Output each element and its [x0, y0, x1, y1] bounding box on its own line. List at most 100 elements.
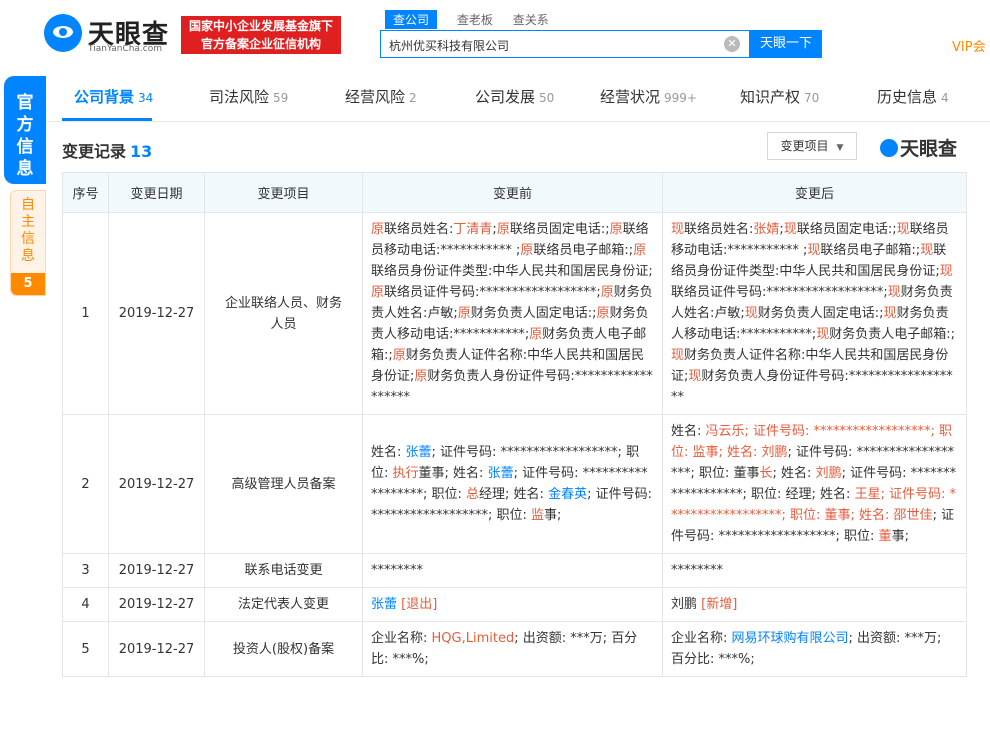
- change-after-segment: 财务负责人身份证件号码:******************: [671, 369, 953, 405]
- change-after: ********: [662, 553, 967, 588]
- change-after-segment: 财务负责人固定电话:;: [757, 306, 884, 321]
- change-after: 姓名: 冯云乐; 证件号码: ******************; 职位: 监…: [662, 414, 967, 554]
- change-item: 联系电话变更: [204, 553, 363, 588]
- table-row: 5 2019-12-27 投资人(股权)备案 企业名称: HQG,Limited; 出…: [62, 621, 967, 677]
- change-after-segment: 现: [807, 243, 821, 258]
- brand-text: 天眼查: [900, 138, 958, 160]
- badge-line-1: 国家中小企业发展基金旗下: [188, 19, 333, 33]
- row-number: 1: [62, 212, 109, 415]
- tab-label: 历史信息: [877, 88, 938, 106]
- filter-label: 变更项目: [780, 139, 829, 153]
- change-before-segment[interactable]: 张蕾: [371, 597, 397, 612]
- tab-search-boss[interactable]: 查老板: [457, 11, 493, 28]
- tab-label: 司法风险: [209, 88, 270, 106]
- change-before: 企业名称: HQG,Limited; 出资额: ***万; 百分比: ***%;: [362, 621, 663, 677]
- change-before-segment: 监: [531, 508, 545, 523]
- change-before-segment: 财务负责人固定电话:;: [470, 306, 597, 321]
- change-after-segment: 刘鹏: [815, 466, 842, 481]
- section-title-text: 变更记录: [62, 142, 127, 161]
- side-tab-self-count: 5: [11, 273, 45, 295]
- change-date: 2019-12-27: [108, 553, 205, 588]
- change-date: 2019-12-27: [108, 414, 205, 554]
- table-header-row: 序号 变更日期 变更项目 变更前 变更后: [62, 172, 967, 213]
- change-after-segment: 联络员固定电话:;: [796, 222, 897, 237]
- change-before-segment: [退出]: [401, 597, 438, 612]
- change-before-segment: HQG,Limited: [431, 631, 515, 646]
- change-before-segment: 原: [609, 222, 623, 237]
- row-number: 3: [62, 553, 109, 588]
- change-records-table: 序号 变更日期 变更项目 变更前 变更后 1 2019-12-27 企业联络人员、财…: [62, 172, 967, 677]
- tab-count: 34: [138, 91, 154, 105]
- table-row: 2 2019-12-27 高级管理人员备案 姓名: 张蕾; 证件号码: *******…: [62, 414, 967, 554]
- change-before-segment: 原: [529, 327, 543, 342]
- change-before-segment: 联络员证件号码:******************;: [384, 285, 601, 300]
- change-before-segment: ********: [371, 563, 423, 578]
- col-header-date: 变更日期: [108, 172, 205, 213]
- caret-down-icon: ▼: [836, 143, 844, 153]
- tab-history-info[interactable]: 历史信息 4: [877, 86, 949, 107]
- change-item: 法定代表人变更: [204, 587, 363, 622]
- change-before-segment: 姓名:: [371, 445, 406, 460]
- logo-subtext: TianYanCha.com: [88, 44, 163, 54]
- vip-link[interactable]: VIP会: [952, 36, 986, 55]
- change-before-segment: 原: [633, 243, 647, 258]
- change-before-segment: 事;: [544, 508, 562, 523]
- tab-judicial-risk[interactable]: 司法风险 59: [209, 86, 288, 107]
- eye-logo-icon: [880, 139, 898, 157]
- change-before-segment: 原: [371, 222, 385, 237]
- change-before-segment[interactable]: 张蕾: [406, 445, 432, 460]
- change-before-segment[interactable]: 张蕾: [488, 466, 514, 481]
- tab-label: 知识产权: [740, 88, 801, 106]
- table-row: 1 2019-12-27 企业联络人员、财务人员 原联络员姓名:丁清青;原联络员固定电…: [62, 212, 967, 415]
- tab-business-risk[interactable]: 经营风险 2: [345, 86, 417, 107]
- change-before: 张蕾 [退出]: [362, 587, 663, 622]
- change-after-segment: 现: [896, 222, 910, 237]
- site-logo[interactable]: 天眼查 TianYanCha.com: [44, 14, 174, 54]
- side-tab-official-label: 官方信息: [16, 93, 34, 179]
- change-item-filter-dropdown[interactable]: 变更项目 ▼: [767, 132, 857, 160]
- change-after-segment: 现: [783, 222, 797, 237]
- tab-company-background[interactable]: 公司背景 34: [74, 86, 153, 107]
- change-after-segment: 董: [878, 529, 892, 544]
- change-after-segment: 长: [759, 466, 773, 481]
- change-before-segment: 联络员姓名:: [384, 222, 454, 237]
- change-before-segment: 联络员电子邮箱:;: [533, 243, 634, 258]
- change-after: 刘鹏 [新增]: [662, 587, 967, 622]
- change-before-segment: 董事; 姓名:: [418, 466, 488, 481]
- clear-search-icon[interactable]: ✕: [724, 36, 740, 52]
- tab-company-development[interactable]: 公司发展 50: [475, 86, 554, 107]
- change-before-segment: 丁清青: [453, 222, 493, 237]
- change-before-segment: 原: [371, 285, 385, 300]
- change-after-segment: 现: [671, 348, 685, 363]
- change-before-segment[interactable]: 金春英: [548, 487, 587, 502]
- search-input[interactable]: 杭州优买科技有限公司: [380, 30, 750, 58]
- official-badge: 国家中小企业发展基金旗下 官方备案企业征信机构: [181, 16, 341, 54]
- change-before-segment: 企业名称:: [371, 631, 432, 646]
- tab-intellectual-property[interactable]: 知识产权 70: [740, 86, 819, 107]
- tab-search-relation[interactable]: 查关系: [513, 11, 549, 28]
- row-number: 4: [62, 587, 109, 622]
- tab-label: 经营风险: [345, 88, 406, 106]
- change-after-segment: 联络员证件号码:******************;: [671, 285, 888, 300]
- tab-search-company[interactable]: 查公司: [385, 10, 438, 29]
- change-before-segment: 总: [466, 487, 480, 502]
- change-date: 2019-12-27: [108, 621, 205, 677]
- change-before: 姓名: 张蕾; 证件号码: ******************; 职位: 执行…: [362, 414, 663, 554]
- change-after-segment: 现: [887, 285, 901, 300]
- change-after-segment[interactable]: 网易环球购有限公司: [732, 631, 849, 646]
- tab-operating-status[interactable]: 经营状况 999+: [600, 86, 697, 107]
- tab-count: 2: [409, 91, 417, 105]
- search-button[interactable]: 天眼一下: [750, 30, 822, 58]
- change-after: 企业名称: 网易环球购有限公司; 出资额: ***万; 百分比: ***%;: [662, 621, 967, 677]
- change-after-segment: 现: [816, 327, 830, 342]
- change-after-segment: 现: [920, 243, 934, 258]
- tab-count: 999+: [664, 91, 697, 105]
- change-before-segment: 经理; 姓名:: [479, 487, 549, 502]
- side-tab-official[interactable]: 官方信息: [4, 76, 46, 184]
- brand-watermark: 天眼查: [880, 134, 957, 161]
- side-tab-self[interactable]: 自主信息 5: [10, 190, 46, 296]
- change-after-segment: 张婧: [753, 222, 780, 237]
- change-after-segment: 现: [939, 264, 953, 279]
- section-title: 变更记录 13: [62, 138, 152, 162]
- col-header-after: 变更后: [662, 172, 967, 213]
